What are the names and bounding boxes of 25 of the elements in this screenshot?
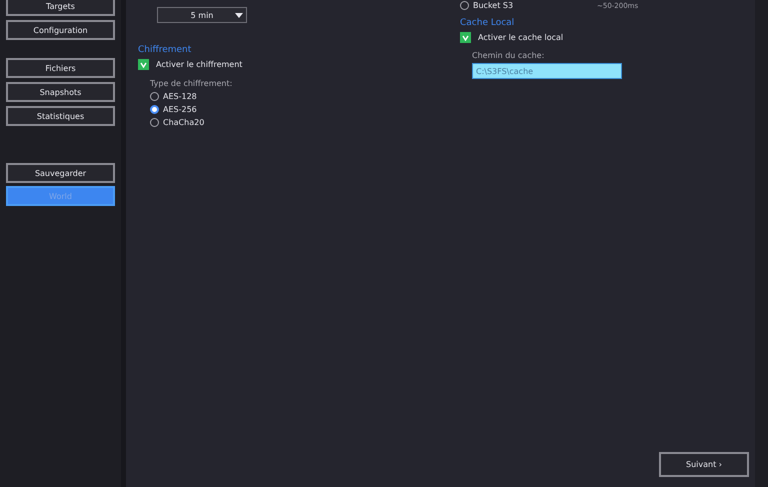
checkbox-label: Activer le cache local [478, 33, 564, 42]
radio-label: Bucket S3 [473, 1, 514, 10]
interval-dropdown[interactable]: 5 min [157, 7, 247, 23]
sidebar-button[interactable]: Configuration [6, 20, 115, 40]
field-label: Chemin du cache: [472, 51, 544, 60]
sidebar-button[interactable]: Snapshots [6, 82, 115, 102]
field-label: Type de chiffrement: [150, 79, 232, 88]
checkbox[interactable] [460, 32, 471, 43]
sidebar-button[interactable]: Statistiques [6, 106, 115, 126]
sidebar-button[interactable]: Fichiers [6, 58, 115, 78]
radio-label: AES-256 [163, 105, 197, 114]
radio-button[interactable] [150, 118, 159, 127]
radio-button[interactable] [460, 1, 469, 10]
radio-button[interactable] [150, 92, 159, 101]
checkbox-label: Activer le chiffrement [156, 60, 242, 69]
section-title: Chiffrement [138, 45, 192, 55]
sidebar-button[interactable]: Sauvegarder [6, 163, 115, 183]
checkbox[interactable] [138, 59, 149, 70]
caret-icon [235, 13, 243, 18]
radio-label: ChaCha20 [163, 118, 204, 127]
radio-button[interactable] [150, 105, 159, 114]
sidebar-button[interactable]: Targets [6, 0, 115, 16]
radio-label: AES-128 [163, 92, 197, 101]
section-title: Cache Local [460, 18, 514, 28]
next-button[interactable]: Suivant › [659, 452, 749, 477]
